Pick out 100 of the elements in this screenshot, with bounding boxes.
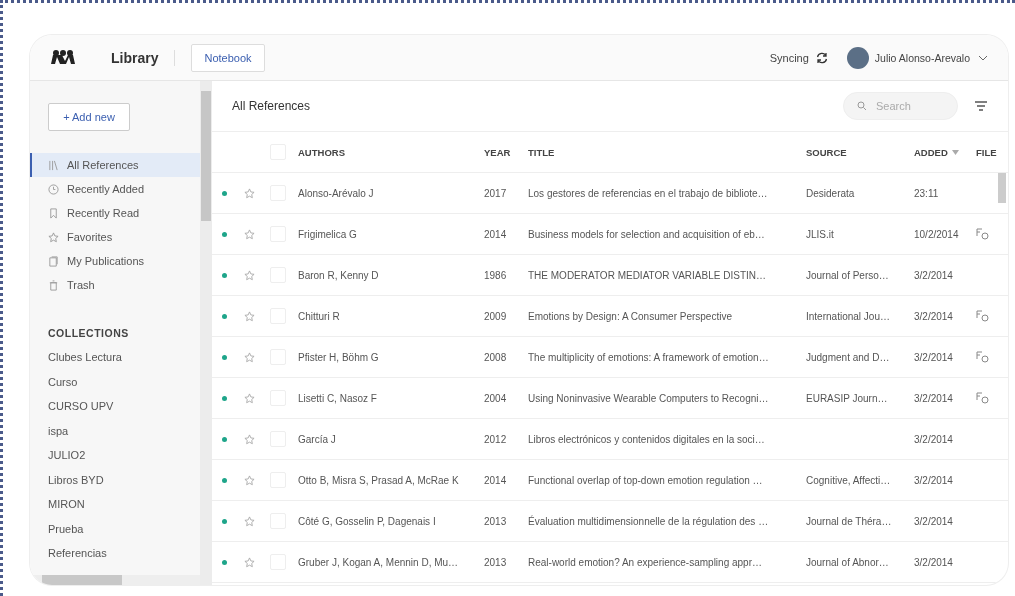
reference-row[interactable]: Baron R, Kenny D 1986 THE MODERATOR MEDIATOR VARIABLE DISTIN… Journal of Perso… 3/2/2014 (212, 255, 1008, 296)
search-field[interactable]: Search (843, 92, 958, 120)
filter-icon[interactable] (974, 101, 988, 111)
source-cell-text: International Jou… (806, 310, 891, 322)
sidebar-item[interactable]: All References (30, 153, 200, 177)
logo-icon (50, 48, 76, 67)
title-cell-text: Los gestores de referencias en el trabajo de bibliote… (528, 187, 769, 199)
column-header[interactable]: FILE (976, 146, 1008, 158)
collection-item[interactable]: JULIO2 (30, 443, 200, 468)
add-new-button[interactable]: + Add new (48, 103, 130, 131)
reference-row[interactable]: García J 2012 Libros electrónicos y contenidos digitales en la soci… 3/2/2014 (212, 419, 1008, 460)
title-cell-text: Libros electrónicos y contenidos digitales en la soci… (528, 433, 766, 445)
year-cell-text: 2009 (484, 310, 508, 322)
authors-cell-text: Frigimelica G (298, 228, 358, 240)
added-cell-text: 3/2/2014 (914, 433, 954, 445)
source-cell-text: Desiderata (806, 187, 856, 199)
column-header[interactable]: SOURCE (806, 146, 914, 158)
column-header[interactable]: TITLE (528, 146, 806, 158)
star-icon[interactable] (244, 474, 255, 486)
file-icon[interactable] (976, 227, 990, 241)
collection-item[interactable]: Prueba (30, 516, 200, 541)
notebook-tab[interactable]: Notebook (191, 43, 265, 72)
sidebar-item-label: Trash (67, 279, 95, 291)
source-cell-text: JLIS.it (806, 228, 835, 240)
star-icon[interactable] (244, 433, 255, 445)
reference-row[interactable]: Gruber J, Kogan A, Mennin D, Mu… 2013 Real-world emotion? An experience-sampling appr… Journal of Abnor… 3/2/2014 (212, 542, 1008, 583)
sync-icon[interactable] (814, 50, 829, 65)
collection-item[interactable]: MIRON (30, 492, 200, 517)
source-cell-text: Journal de Théra… (806, 515, 893, 527)
sort-caret-icon (951, 149, 959, 155)
sidebar-item-label: Recently Added (67, 183, 145, 195)
authors-cell-text: García J (298, 433, 337, 445)
chevron-down-icon[interactable] (978, 53, 988, 62)
star-icon[interactable] (244, 556, 255, 568)
file-icon[interactable] (976, 309, 990, 323)
file-icon[interactable] (976, 391, 990, 405)
sidebar-item[interactable]: Trash (30, 273, 200, 297)
reference-row[interactable]: Lisetti C, Nasoz F 2004 Using Noninvasive Wearable Computers to Recogni… EURASIP Journ… 3/2/2014 (212, 378, 1008, 419)
sidebar-item[interactable]: Recently Read (30, 201, 200, 225)
user-name[interactable]: Julio Alonso-Arevalo (874, 51, 970, 64)
title-cell-text: Functional overlap of top-down emotion regulation … (528, 474, 764, 486)
bookmark-icon (48, 207, 59, 219)
sidebar-item-label: My Publications (67, 255, 145, 267)
star-icon[interactable] (244, 187, 255, 199)
column-header[interactable]: ADDED (914, 146, 976, 158)
source-cell-text: Journal of Abnor… (806, 556, 890, 568)
document-icon (48, 255, 59, 267)
added-cell-text: 3/2/2014 (914, 269, 954, 281)
sidebar-item-label: Favorites (67, 231, 113, 243)
collection-item[interactable]: Libros BYD (30, 467, 200, 492)
source-cell-text: Judgment and D… (806, 351, 891, 363)
authors-cell-text: Otto B, Misra S, Prasad A, McRae K (298, 474, 460, 486)
year-cell-text: 2014 (484, 228, 508, 240)
file-icon[interactable] (976, 350, 990, 364)
user-avatar[interactable] (846, 46, 869, 69)
column-header[interactable]: AUTHORS (298, 146, 484, 158)
collection-item[interactable]: CURSO UPV (30, 394, 200, 419)
added-cell-text: 3/2/2014 (914, 392, 954, 404)
title-cell-text: Business models for selection and acquisition of eb… (528, 228, 766, 240)
star-icon[interactable] (244, 392, 255, 404)
collection-item[interactable]: Curso (30, 369, 200, 394)
reference-row[interactable]: Frigimelica G 2014 Business models for selection and acquisition of eb… JLIS.it 10/2/2014 (212, 214, 1008, 255)
added-cell-text: 3/2/2014 (914, 310, 954, 322)
star-icon[interactable] (244, 228, 255, 240)
year-cell-text: 2004 (484, 392, 508, 404)
star-icon[interactable] (244, 515, 255, 527)
collection-item[interactable]: ispa (30, 418, 200, 443)
added-cell-text: 23:11 (914, 187, 940, 199)
reference-row[interactable]: Côté G, Gosselin P, Dagenais I 2013 Évaluation multidimensionnelle de la régulation des … Journal de Théra… 3/2/2014 (212, 501, 1008, 542)
year-cell-text: 2017 (484, 187, 508, 199)
collection-item[interactable]: Referencias (30, 541, 200, 566)
source-cell-text: Journal of Perso… (806, 269, 890, 281)
source-cell-text: Cognitive, Affecti… (806, 474, 892, 486)
title-cell-text: Évaluation multidimensionnelle de la régulation des … (528, 515, 770, 527)
table-scrollbar[interactable] (998, 173, 1006, 203)
column-header[interactable]: YEAR (484, 146, 528, 158)
reference-row[interactable]: Chitturi R 2009 Emotions by Design: A Consumer Perspective International Jou… 3/2/2014 (212, 296, 1008, 337)
sidebar-scrollbar[interactable] (200, 81, 212, 585)
sidebar-item[interactable]: Recently Added (30, 177, 200, 201)
collections-heading: COLLECTIONS (48, 327, 130, 339)
title-cell-text: THE MODERATOR MEDIATOR VARIABLE DISTIN… (528, 269, 767, 281)
authors-cell-text: Gruber J, Kogan A, Mennin D, Mu… (298, 556, 460, 568)
app-title: Library (111, 49, 159, 66)
added-cell-text: 3/2/2014 (914, 556, 954, 568)
year-cell-text: 1986 (484, 269, 508, 281)
authors-cell-text: Lisetti C, Nasoz F (298, 392, 378, 404)
source-cell-text: EURASIP Journ… (806, 392, 889, 404)
sidebar-item[interactable]: My Publications (30, 249, 200, 273)
star-icon[interactable] (244, 310, 255, 322)
reference-row[interactable]: Pfister H, Böhm G 2008 The multiplicity of emotions: A framework of emotion… Judgment and D… 3/2/2014 (212, 337, 1008, 378)
clock-icon (48, 183, 59, 195)
added-cell-text: 3/2/2014 (914, 351, 954, 363)
added-cell-text: 10/2/2014 (914, 228, 960, 240)
sidebar-item-label: All References (67, 159, 139, 171)
star-icon[interactable] (244, 269, 255, 281)
star-icon[interactable] (244, 351, 255, 363)
collection-item[interactable]: Clubes Lectura (30, 345, 200, 370)
library-icon (48, 159, 59, 171)
sidebar-item[interactable]: Favorites (30, 225, 200, 249)
reference-row[interactable]: Otto B, Misra S, Prasad A, McRae K 2014 Functional overlap of top-down emotion regulation … Cognitive, Affecti… 3/2/2014 (212, 460, 1008, 501)
